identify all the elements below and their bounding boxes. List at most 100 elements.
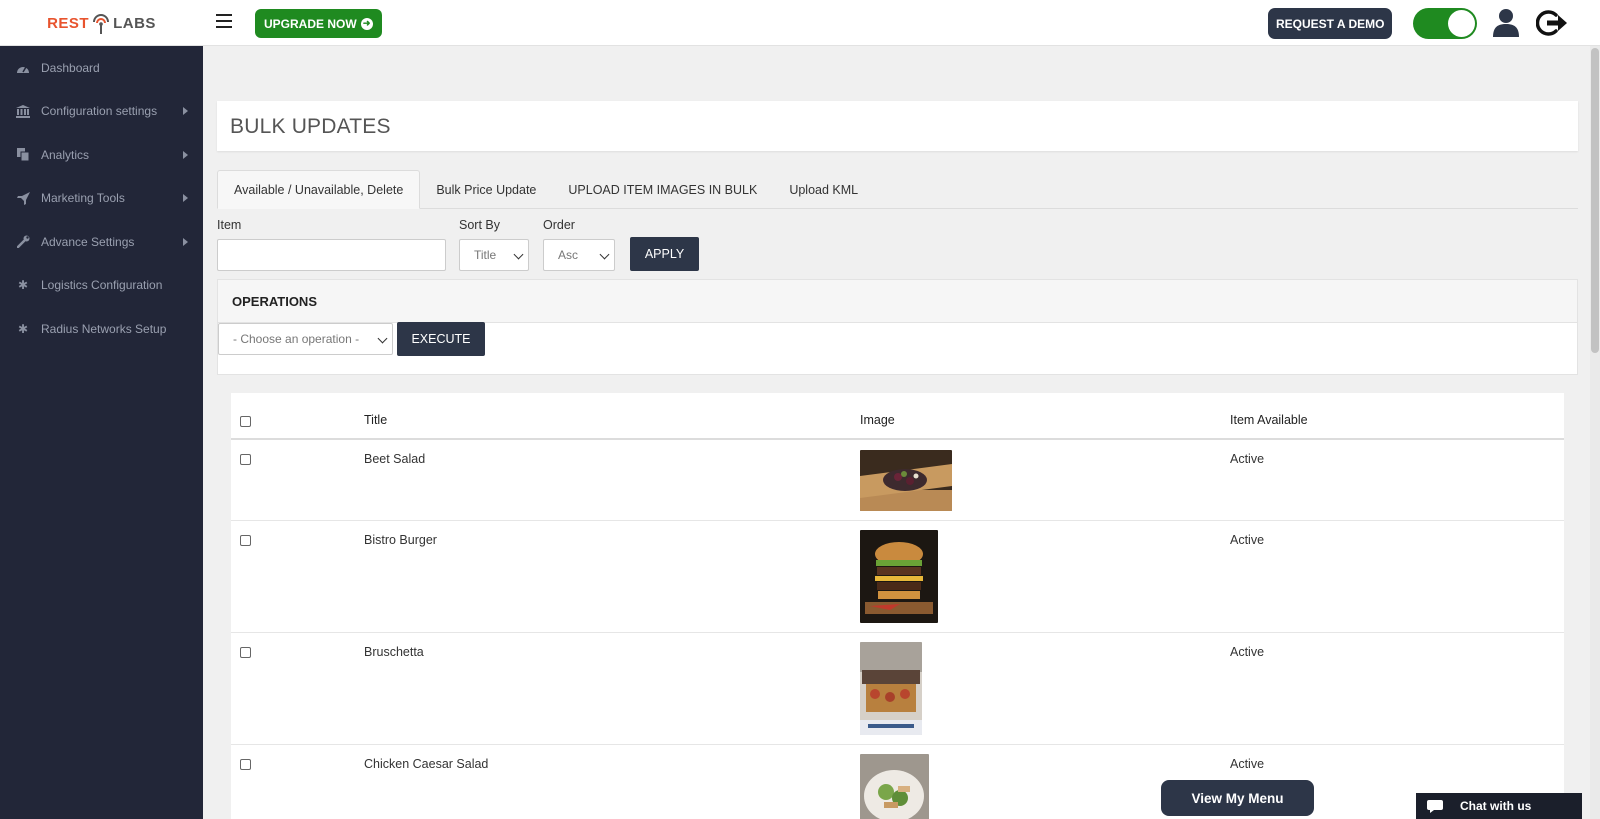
item-availability: Active: [1230, 452, 1265, 466]
operation-select-value: - Choose an operation -: [233, 332, 360, 346]
sidebar-item-marketing-tools[interactable]: Marketing Tools: [0, 177, 203, 221]
chicken-caesar-salad-photo: [860, 754, 929, 819]
beet-salad-photo: [860, 450, 952, 511]
chevron-down-icon: [377, 333, 388, 344]
logout-icon[interactable]: [1536, 9, 1568, 37]
caret-right-icon: [183, 107, 188, 116]
hamburger-menu-icon[interactable]: [216, 14, 232, 30]
sidebar-item-label: Marketing Tools: [41, 191, 125, 206]
antenna-icon: [93, 14, 110, 34]
execute-label: EXECUTE: [411, 332, 471, 346]
sidebar-item-dashboard[interactable]: Dashboard: [0, 46, 203, 90]
table-row: Bruschetta Active: [231, 633, 1564, 745]
upgrade-now-button[interactable]: UPGRADE NOW ➜: [255, 9, 382, 38]
item-availability: Active: [1230, 645, 1265, 659]
table-row: Beet Salad Active: [231, 440, 1564, 521]
row-checkbox[interactable]: [240, 454, 251, 465]
mode-toggle[interactable]: [1413, 8, 1477, 39]
toggle-knob: [1448, 10, 1475, 37]
sort-by-label: Sort By: [459, 218, 500, 232]
item-search-input[interactable]: [217, 239, 446, 271]
logo-text-labs: LABS: [113, 14, 156, 32]
bank-icon: [16, 104, 30, 118]
bulk-update-tabs: Available / Unavailable, Delete Bulk Pri…: [217, 170, 1578, 209]
sidebar-item-logistics-configuration[interactable]: ✱ Logistics Configuration: [0, 264, 203, 308]
wrench-icon: [16, 235, 30, 249]
tab-label: UPLOAD ITEM IMAGES IN BULK: [568, 182, 758, 197]
column-header-item-available: Item Available: [1230, 413, 1308, 427]
sort-by-value: Title: [474, 248, 497, 262]
item-availability: Active: [1230, 533, 1265, 547]
select-all-checkbox[interactable]: [240, 416, 251, 427]
caret-right-icon: [183, 237, 188, 246]
tab-label: Available / Unavailable, Delete: [234, 182, 404, 197]
table-header-row: Title Image Item Available: [231, 393, 1564, 440]
order-value: Asc: [558, 248, 579, 262]
apply-label: APPLY: [644, 247, 685, 261]
row-checkbox[interactable]: [240, 535, 251, 546]
tab-available-unavailable-delete[interactable]: Available / Unavailable, Delete: [217, 170, 421, 209]
item-title: Chicken Caesar Salad: [364, 757, 489, 771]
tab-label: Bulk Price Update: [436, 182, 537, 197]
user-profile-icon[interactable]: [1492, 8, 1520, 37]
operations-heading: OPERATIONS: [218, 280, 1577, 323]
sidebar: Dashboard Configuration settings Analyti…: [0, 46, 203, 819]
logo-text-rest: REST: [47, 14, 90, 32]
tab-label: Upload KML: [789, 182, 859, 197]
top-bar: REST LABS UPGRADE NOW ➜ REQUEST A DEMO: [0, 0, 1600, 46]
chat-widget-button[interactable]: Chat with us: [1416, 793, 1582, 819]
apply-button[interactable]: APPLY: [630, 237, 699, 271]
sidebar-item-configuration-settings[interactable]: Configuration settings: [0, 90, 203, 134]
chevron-down-icon: [599, 249, 610, 260]
tab-upload-item-images[interactable]: UPLOAD ITEM IMAGES IN BULK: [552, 170, 773, 209]
column-header-image: Image: [860, 413, 895, 427]
page-title: BULK UPDATES: [230, 115, 391, 138]
sidebar-item-label: Radius Networks Setup: [41, 321, 167, 336]
sidebar-item-label: Logistics Configuration: [41, 278, 163, 293]
items-table: Title Image Item Available Beet Salad Ac…: [231, 393, 1564, 819]
order-select[interactable]: Asc: [543, 239, 615, 271]
sidebar-item-analytics[interactable]: Analytics: [0, 133, 203, 177]
sort-by-select[interactable]: Title: [459, 239, 529, 271]
request-demo-button[interactable]: REQUEST A DEMO: [1268, 8, 1393, 39]
page-scrollbar[interactable]: [1590, 46, 1600, 819]
tab-upload-kml[interactable]: Upload KML: [773, 170, 874, 209]
sidebar-item-label: Configuration settings: [41, 104, 158, 119]
gear-icon: ✱: [17, 278, 29, 293]
execute-button[interactable]: EXECUTE: [397, 322, 485, 356]
column-header-title: Title: [364, 413, 388, 427]
sidebar-item-label: Analytics: [41, 147, 90, 162]
bruschetta-photo: [860, 642, 922, 735]
chat-label: Chat with us: [1460, 799, 1532, 813]
view-my-menu-label: View My Menu: [1191, 790, 1284, 806]
item-title: Beet Salad: [364, 452, 426, 466]
chevron-down-icon: [513, 249, 524, 260]
sidebar-item-advance-settings[interactable]: Advance Settings: [0, 220, 203, 264]
sidebar-item-label: Advance Settings: [41, 234, 135, 249]
operation-select[interactable]: - Choose an operation -: [218, 323, 393, 355]
upgrade-now-label: UPGRADE NOW: [264, 16, 357, 31]
item-title: Bruschetta: [364, 645, 424, 659]
scrollbar-thumb[interactable]: [1591, 48, 1599, 353]
sidebar-item-label: Dashboard: [41, 60, 100, 75]
item-availability: Active: [1230, 757, 1265, 771]
caret-right-icon: [183, 194, 188, 203]
row-checkbox[interactable]: [240, 759, 251, 770]
rocket-icon: [16, 191, 30, 205]
table-row: Bistro Burger Active: [231, 521, 1564, 633]
gear-icon: ✱: [17, 321, 29, 336]
page-title-panel: BULK UPDATES: [217, 101, 1578, 151]
row-checkbox[interactable]: [240, 647, 251, 658]
bistro-burger-photo: [860, 530, 938, 623]
view-my-menu-button[interactable]: View My Menu: [1161, 780, 1314, 816]
tab-bulk-price-update[interactable]: Bulk Price Update: [420, 170, 552, 209]
request-demo-label: REQUEST A DEMO: [1276, 16, 1385, 31]
table-row: Chicken Caesar Salad Active: [231, 745, 1564, 819]
copy-icon: [16, 148, 30, 162]
item-filter-label: Item: [217, 218, 242, 232]
restolabs-logo[interactable]: REST LABS: [0, 0, 203, 46]
sidebar-item-radius-networks-setup[interactable]: ✱ Radius Networks Setup: [0, 307, 203, 351]
dashboard-icon: [16, 61, 30, 75]
order-label: Order: [543, 218, 575, 232]
chat-bubble-icon: [1427, 800, 1443, 813]
